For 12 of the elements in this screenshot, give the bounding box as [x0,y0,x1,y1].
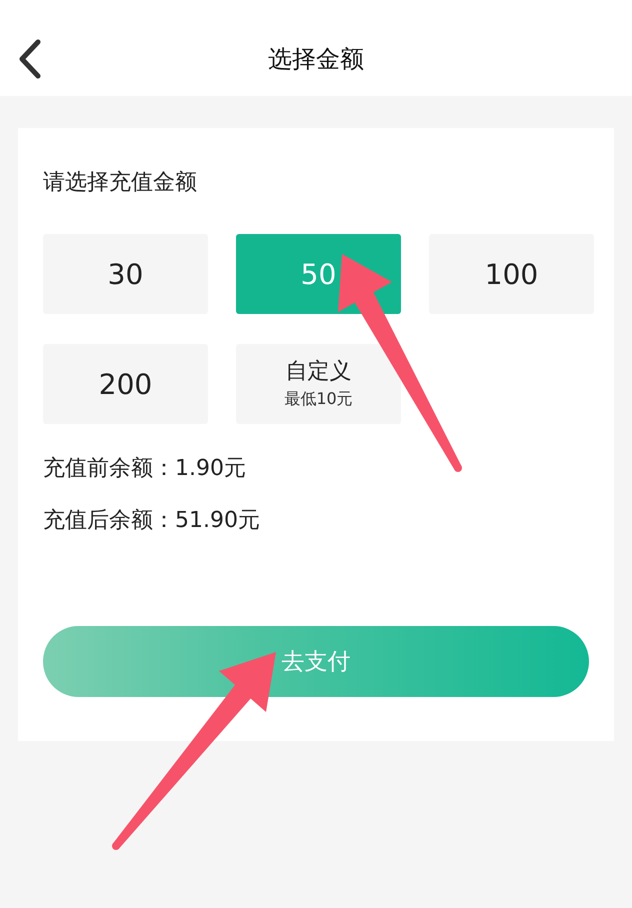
amount-option[interactable]: 30 [43,234,208,314]
page-title: 选择金额 [268,44,364,75]
amount-option[interactable]: 200 [43,344,208,424]
balance-text: 充值前余额：1.90元 [43,455,247,483]
minimum-note: 最低10元 [284,388,353,410]
amount-option[interactable]: 100 [429,234,594,314]
back-button[interactable] [18,39,42,79]
balance-text: 充值后余额：51.90元 [43,507,261,535]
custom-amount-option[interactable]: 自定义 最低10元 [236,344,401,424]
custom-label: 自定义 [286,358,352,386]
chevron-left-icon [18,39,42,79]
section-heading: 请选择充值金额 [43,169,198,197]
